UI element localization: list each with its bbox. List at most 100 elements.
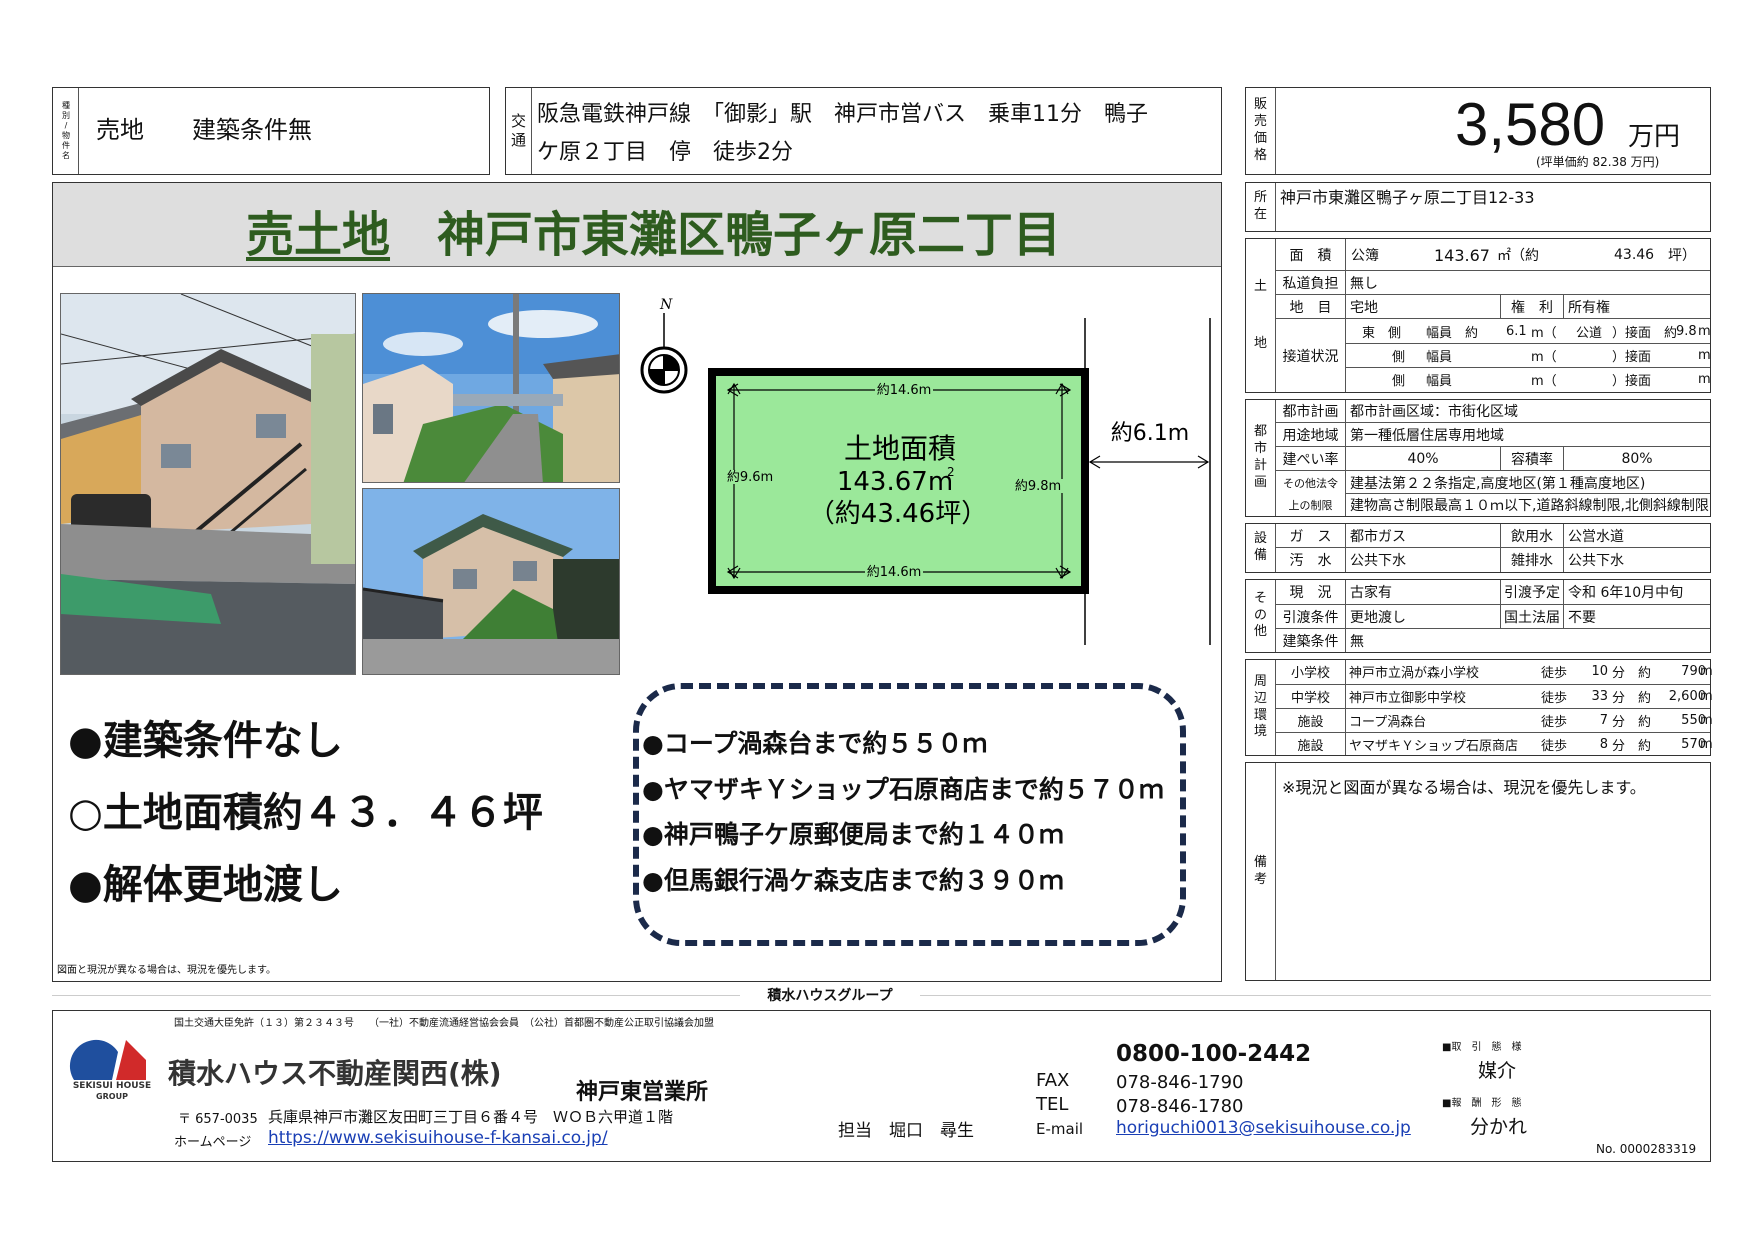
- surroundings-fun: 分 約: [1612, 666, 1652, 681]
- transport-line2: ケ原２丁目 停 徒歩2分: [537, 140, 793, 165]
- other-label: その他: [1246, 580, 1275, 652]
- road3-close: ）接面: [1612, 374, 1652, 389]
- plot-area-sqm: 143.67m: [837, 467, 953, 497]
- divider: [531, 88, 532, 174]
- facility-label: 設備: [1246, 524, 1275, 572]
- plot-diagram: 約14.6m 約14.6m 約9.6m 約9.8m 約6.1m 土地面積 143…: [708, 318, 1211, 645]
- road1-m: m: [1698, 323, 1711, 339]
- drain-value: 公共下水: [1568, 553, 1624, 569]
- drain-label: 雑排水: [1511, 553, 1553, 569]
- road-width-label: 約6.1m: [1111, 421, 1189, 446]
- surroundings-m: m: [1700, 737, 1713, 752]
- surroundings-dist: 2,600: [1668, 689, 1706, 704]
- category-value: 売地 建築条件無: [96, 116, 312, 144]
- surroundings-m: m: [1700, 664, 1713, 679]
- water-value: 公営水道: [1568, 528, 1624, 545]
- postal-code: 〒 657-0035: [178, 1112, 258, 1127]
- land-act-value: 不要: [1568, 609, 1596, 626]
- rights-label: 権 利: [1511, 299, 1553, 316]
- location-label-char: 所: [1253, 190, 1267, 206]
- surroundings-walk: 徒歩: [1541, 739, 1568, 754]
- plot-bottom-length: 約14.6m: [867, 565, 922, 580]
- email-label: E-mail: [1036, 1120, 1084, 1138]
- photo-neighborhood-view: [362, 293, 620, 483]
- other-law-value-2: 建物高さ制限最高１０ｍ以下,道路斜線制限,北側斜線制限: [1350, 498, 1709, 514]
- chimoku-label: 地 目: [1289, 299, 1332, 316]
- address: 兵庫県神戸市灘区友田町三丁目６番４号 ＷＯＢ六甲道１階: [268, 1108, 674, 1126]
- land-label-char: 土: [1253, 278, 1267, 294]
- feature-1: ●建築条件なし: [68, 718, 343, 764]
- divider: [1345, 580, 1346, 652]
- handover-date-label: 引渡予定: [1504, 585, 1560, 601]
- surroundings-walk: 徒歩: [1541, 691, 1568, 706]
- handover-cond-value: 更地渡し: [1350, 609, 1406, 626]
- build-cond-label: 建築条件: [1282, 633, 1339, 650]
- price-label: 販売価格: [1246, 88, 1275, 174]
- surroundings-m: m: [1700, 713, 1713, 728]
- surroundings-name: 神戸市立御影中学校: [1349, 691, 1467, 706]
- banner-title-type: 売土地: [246, 207, 391, 263]
- price-unit: 万円: [1628, 122, 1681, 152]
- fax-label: FAX: [1036, 1070, 1070, 1091]
- transport-label-char: 通: [510, 131, 526, 149]
- compass-north-label: N: [659, 297, 673, 313]
- divider: [1563, 294, 1564, 318]
- surroundings-fun: 分 約: [1612, 691, 1652, 706]
- area-unit: ㎡（約: [1497, 248, 1539, 264]
- price-label-char: 売: [1253, 114, 1267, 130]
- homepage-label: ホームページ: [174, 1135, 252, 1150]
- surroundings-name: 神戸市立渦が森小学校: [1349, 666, 1480, 681]
- surroundings-min: 33: [1591, 689, 1608, 704]
- deal-type-value: 媒介: [1478, 1060, 1517, 1082]
- road1-dir: 東 側: [1362, 325, 1402, 341]
- photo-house-front: [60, 293, 356, 675]
- location-label: 所在: [1246, 183, 1275, 231]
- road1-frontage: 9.8: [1676, 323, 1697, 339]
- tel-label: TEL: [1036, 1094, 1069, 1115]
- surroundings-walk: 徒歩: [1541, 666, 1568, 681]
- remarks-label-char: 考: [1253, 871, 1267, 887]
- sewage-label: 汚 水: [1289, 553, 1332, 569]
- transport-line1: 阪急電鉄神戸線 「御影」駅 神戸市営バス 乗車11分 鴨子: [537, 102, 1148, 127]
- surroundings-kind: 施設: [1297, 715, 1324, 730]
- bcr-value: 40%: [1407, 450, 1439, 467]
- surroundings-label-char: 周: [1253, 673, 1267, 689]
- road1-width-label: 幅員 約: [1426, 325, 1479, 341]
- status-value: 古家有: [1350, 585, 1392, 601]
- surroundings-fun: 分 約: [1612, 715, 1652, 730]
- category-label-char: 種: [62, 101, 70, 110]
- surroundings-min: 8: [1599, 737, 1608, 752]
- chimoku-value: 宅地: [1350, 299, 1378, 316]
- surroundings-label-char: 環: [1253, 707, 1267, 723]
- plot-area-title: 土地面積: [844, 432, 956, 465]
- price-value: 3,580: [1455, 91, 1606, 158]
- transport-label-char: 交: [510, 111, 526, 130]
- road2-close: ）接面: [1612, 350, 1652, 365]
- surroundings-name: コープ渦森台: [1349, 715, 1427, 730]
- price-label-char: 価: [1253, 131, 1267, 146]
- nearby-item-3: ●神戸鴨子ケ原郵便局まで約１４０ｍ: [642, 820, 1064, 849]
- land-act-label: 国土法届: [1504, 609, 1560, 626]
- plot-top-length: 約14.6m: [877, 383, 932, 398]
- deal-type-label: ■取 引 態 様: [1442, 1042, 1522, 1053]
- far-value: 80%: [1621, 450, 1653, 467]
- area-kind: 公簿: [1351, 248, 1379, 264]
- road3-unit: m（: [1531, 374, 1557, 389]
- other-law-label-2: 上の制限: [1288, 499, 1333, 512]
- build-cond-value: 無: [1350, 633, 1364, 650]
- homepage-link[interactable]: https://www.sekisuihouse-f-kansai.co.jp/: [268, 1128, 608, 1148]
- rights-value: 所有権: [1568, 299, 1610, 316]
- road3-dir: 側: [1392, 374, 1406, 389]
- photo-house-side: [362, 488, 620, 675]
- category-label: 種別 / 物件名: [54, 88, 78, 174]
- surroundings-kind: 施設: [1297, 739, 1324, 754]
- freedial-number[interactable]: 0800-100-2442: [1116, 1041, 1311, 1067]
- email-link[interactable]: horiguchi0013@sekisuihouse.co.jp: [1116, 1118, 1411, 1138]
- logo-text: SEKISUI HOUSE: [72, 1081, 152, 1091]
- tel-number[interactable]: 078-846-1780: [1116, 1096, 1244, 1117]
- location-label-char: 在: [1253, 207, 1267, 222]
- facility-label-char: 設: [1253, 531, 1267, 547]
- price-label-char: 販: [1253, 97, 1267, 113]
- remarks-label-char: 備: [1253, 854, 1267, 870]
- other-label-char: 他: [1253, 624, 1267, 640]
